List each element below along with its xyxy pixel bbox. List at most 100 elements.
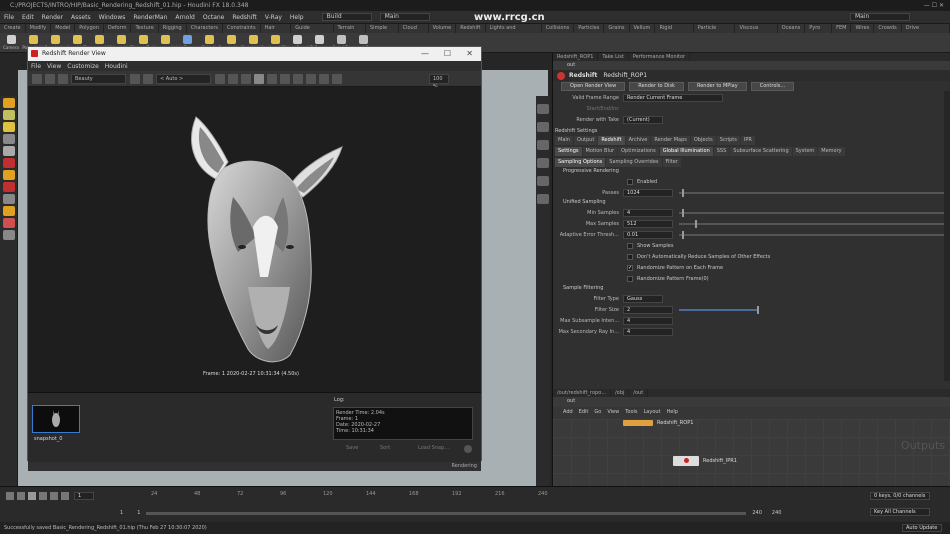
pin-tool-icon[interactable]: [3, 230, 15, 240]
shelf-tab[interactable]: Volume: [429, 24, 457, 33]
scale-tool-icon[interactable]: [3, 134, 15, 144]
range-start-2[interactable]: 1: [137, 510, 140, 516]
passes-slider[interactable]: [679, 188, 944, 197]
aov-dropdown[interactable]: < Auto >: [156, 73, 211, 84]
menu-octane[interactable]: Octane: [199, 14, 229, 21]
range-slider[interactable]: [146, 511, 747, 515]
window-controls[interactable]: — ☐ ✕: [924, 0, 944, 11]
menu-file[interactable]: File: [0, 14, 18, 21]
handle-tool-icon[interactable]: [3, 146, 15, 156]
net-menu-layout[interactable]: Layout: [644, 409, 661, 415]
desktop-select[interactable]: Build: [321, 13, 372, 21]
min-samples-slider[interactable]: [679, 208, 944, 217]
stop-button-icon[interactable]: [45, 73, 55, 84]
adaptive-error-field[interactable]: 0.01: [623, 230, 673, 239]
move-tool-icon[interactable]: [3, 110, 15, 120]
net-menu-view[interactable]: View: [607, 409, 619, 415]
step-forward-icon[interactable]: [50, 492, 58, 500]
log-save-button[interactable]: Save: [346, 445, 358, 451]
menu-windows[interactable]: Windows: [95, 14, 130, 21]
jump-start-icon[interactable]: [6, 492, 14, 500]
range-start[interactable]: 1: [120, 510, 123, 516]
gear-icon[interactable]: [319, 73, 329, 84]
log-sort-button[interactable]: Sort: [380, 445, 390, 451]
magnet-tool-icon[interactable]: [3, 206, 15, 216]
menu-assets[interactable]: Assets: [67, 14, 95, 21]
log-settings-icon[interactable]: [464, 445, 472, 453]
tab-global-illumination[interactable]: Global Illumination: [659, 147, 713, 156]
tab-main[interactable]: Main: [555, 136, 573, 145]
render-canvas[interactable]: Frame: 1 2020-02-27 10:31:34 (4.50s): [28, 87, 481, 392]
tab-archive[interactable]: Archive: [625, 136, 651, 145]
tab-sss[interactable]: SSS: [713, 147, 730, 156]
tab-output[interactable]: Output: [573, 136, 598, 145]
tab-filter[interactable]: Filter: [662, 158, 681, 167]
max-samples-field[interactable]: 512: [623, 219, 673, 228]
context-select[interactable]: Main: [379, 13, 430, 21]
log-load-snap-button[interactable]: Load Snap...: [418, 445, 449, 451]
close-icon[interactable]: ✕: [466, 47, 473, 61]
shelf-tab[interactable]: FEM: [832, 24, 852, 33]
shelf-tab[interactable]: Oceans: [778, 24, 806, 33]
shelf-tab[interactable]: Pyro FX: [805, 24, 833, 40]
max-secondary-field[interactable]: 4: [623, 327, 673, 336]
render-to-mplay-button[interactable]: Render to MPlay: [687, 82, 747, 91]
menu-vray[interactable]: V-Ray: [261, 14, 286, 21]
shelf-tab[interactable]: Wires: [851, 24, 875, 33]
snapshot-icon[interactable]: [267, 73, 277, 84]
rv-menu-customize[interactable]: Customize: [64, 63, 102, 70]
display-mode-dropdown[interactable]: Beauty: [71, 73, 126, 84]
tab-sampling-options[interactable]: Sampling Options: [555, 158, 606, 167]
shelf-tab[interactable]: Viscous Fluids: [735, 24, 778, 40]
tab-ipr[interactable]: IPR: [740, 136, 755, 145]
shelf-tab[interactable]: Redshift: [456, 24, 486, 33]
tab-system[interactable]: System: [792, 147, 818, 156]
histogram-icon[interactable]: [293, 73, 303, 84]
net-menu-add[interactable]: Add: [563, 409, 573, 415]
valid-frame-range-select[interactable]: Render Current Frame: [623, 93, 723, 102]
step-back-icon[interactable]: [17, 492, 25, 500]
net-tab-obj[interactable]: /obj: [611, 389, 630, 397]
bucket-icon[interactable]: [215, 73, 225, 84]
select-tool-icon[interactable]: [3, 98, 15, 108]
render-with-take-select[interactable]: (Current): [623, 115, 663, 124]
shelf-tab[interactable]: Collisions: [542, 24, 575, 33]
max-subsample-field[interactable]: 4: [623, 316, 673, 325]
passes-field[interactable]: 1024: [623, 188, 673, 197]
view-tool-icon[interactable]: [3, 170, 15, 180]
rv-menu-view[interactable]: View: [44, 63, 64, 70]
dont-reduce-checkbox[interactable]: [627, 253, 633, 260]
key-all-button[interactable]: Key All Channels: [870, 508, 930, 516]
min-samples-field[interactable]: 4: [623, 208, 673, 217]
lock-icon[interactable]: [241, 73, 251, 84]
current-frame-field[interactable]: 1: [74, 492, 94, 500]
menu-help[interactable]: Help: [286, 14, 308, 21]
net-menu-go[interactable]: Go: [594, 409, 601, 415]
open-ipr-button[interactable]: Open Render View: [561, 82, 626, 91]
play-icon[interactable]: [39, 492, 47, 500]
timeline-ruler[interactable]: 24 48 72 96 120 144 168 192 216 240: [112, 491, 548, 501]
tab-sampling-overrides[interactable]: Sampling Overrides: [606, 158, 662, 167]
rop-node-2[interactable]: [673, 456, 699, 466]
compare-icon[interactable]: [280, 73, 290, 84]
menu-edit[interactable]: Edit: [18, 14, 38, 21]
network-path-bar[interactable]: out: [553, 397, 950, 407]
net-menu-edit[interactable]: Edit: [579, 409, 589, 415]
parameter-scrollbar[interactable]: [944, 91, 950, 381]
shelf-tab[interactable]: Cloud FX: [399, 24, 429, 40]
network-canvas[interactable]: Redshift_ROP1 Redshift_IPR1 Outputs: [553, 419, 950, 486]
main-context-select[interactable]: Main: [850, 13, 910, 21]
filter-size-field[interactable]: 2: [623, 305, 673, 314]
shelf-tab[interactable]: Lights and Cameras: [486, 24, 542, 40]
menu-renderman[interactable]: RenderMan: [129, 14, 171, 21]
randomize-checkbox[interactable]: ✓: [627, 264, 633, 271]
color-icon[interactable]: [306, 73, 316, 84]
maximize-icon[interactable]: ☐: [444, 47, 451, 61]
randomize-frame-checkbox[interactable]: [627, 275, 633, 282]
tab-take-list[interactable]: Take List: [598, 53, 629, 61]
channel-alpha-icon[interactable]: [143, 73, 153, 84]
max-samples-slider[interactable]: [679, 219, 944, 228]
enabled-checkbox[interactable]: [627, 178, 633, 185]
shelf-tab[interactable]: Particles: [574, 24, 605, 33]
net-menu-tools[interactable]: Tools: [625, 409, 637, 415]
